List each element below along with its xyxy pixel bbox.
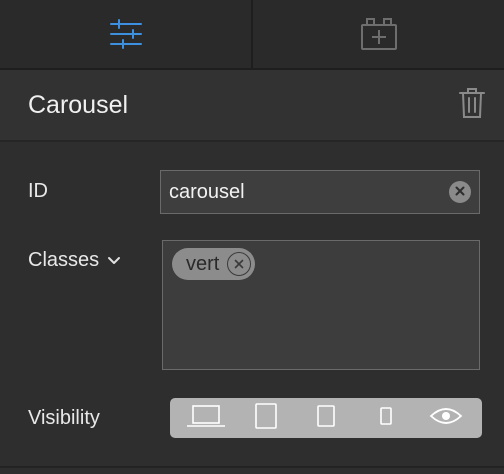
id-label: ID [28,180,48,202]
visibility-desktop-button[interactable] [176,398,236,438]
class-chip[interactable]: vert [172,248,256,280]
tab-add-component[interactable] [251,0,504,68]
visibility-phone-button[interactable] [356,398,416,438]
chevron-down-icon [107,249,121,272]
class-chip-label: vert [186,252,220,275]
visibility-label: Visibility [28,407,100,429]
delete-button[interactable] [458,87,486,124]
add-component-icon [360,17,398,51]
visibility-tablet-small-button[interactable] [296,398,356,438]
clear-id-button[interactable] [449,181,471,203]
divider [0,466,504,468]
inspector-panel: Carousel ID carousel Classes vert Visibi… [0,0,504,474]
id-field[interactable] [169,180,449,204]
trash-icon [458,87,486,124]
laptop-icon [185,403,227,434]
remove-icon[interactable] [227,252,252,276]
phone-icon [379,406,393,431]
tablet-icon [254,402,278,435]
id-field-wrapper [160,170,480,214]
classes-toggle[interactable]: Classes [28,249,121,272]
tab-settings[interactable] [0,0,251,68]
sliders-icon [109,17,143,51]
component-header: Carousel [0,70,504,142]
classes-input[interactable]: vert [162,240,480,370]
visibility-toggles [170,398,482,438]
visibility-tablet-button[interactable] [236,398,296,438]
classes-label: Classes [28,249,100,271]
clear-icon [455,183,465,201]
visibility-preview-button[interactable] [416,398,476,438]
tablet-small-icon [316,404,336,433]
component-title: Carousel [28,90,129,119]
tab-bar [0,0,504,70]
eye-icon [429,406,463,431]
